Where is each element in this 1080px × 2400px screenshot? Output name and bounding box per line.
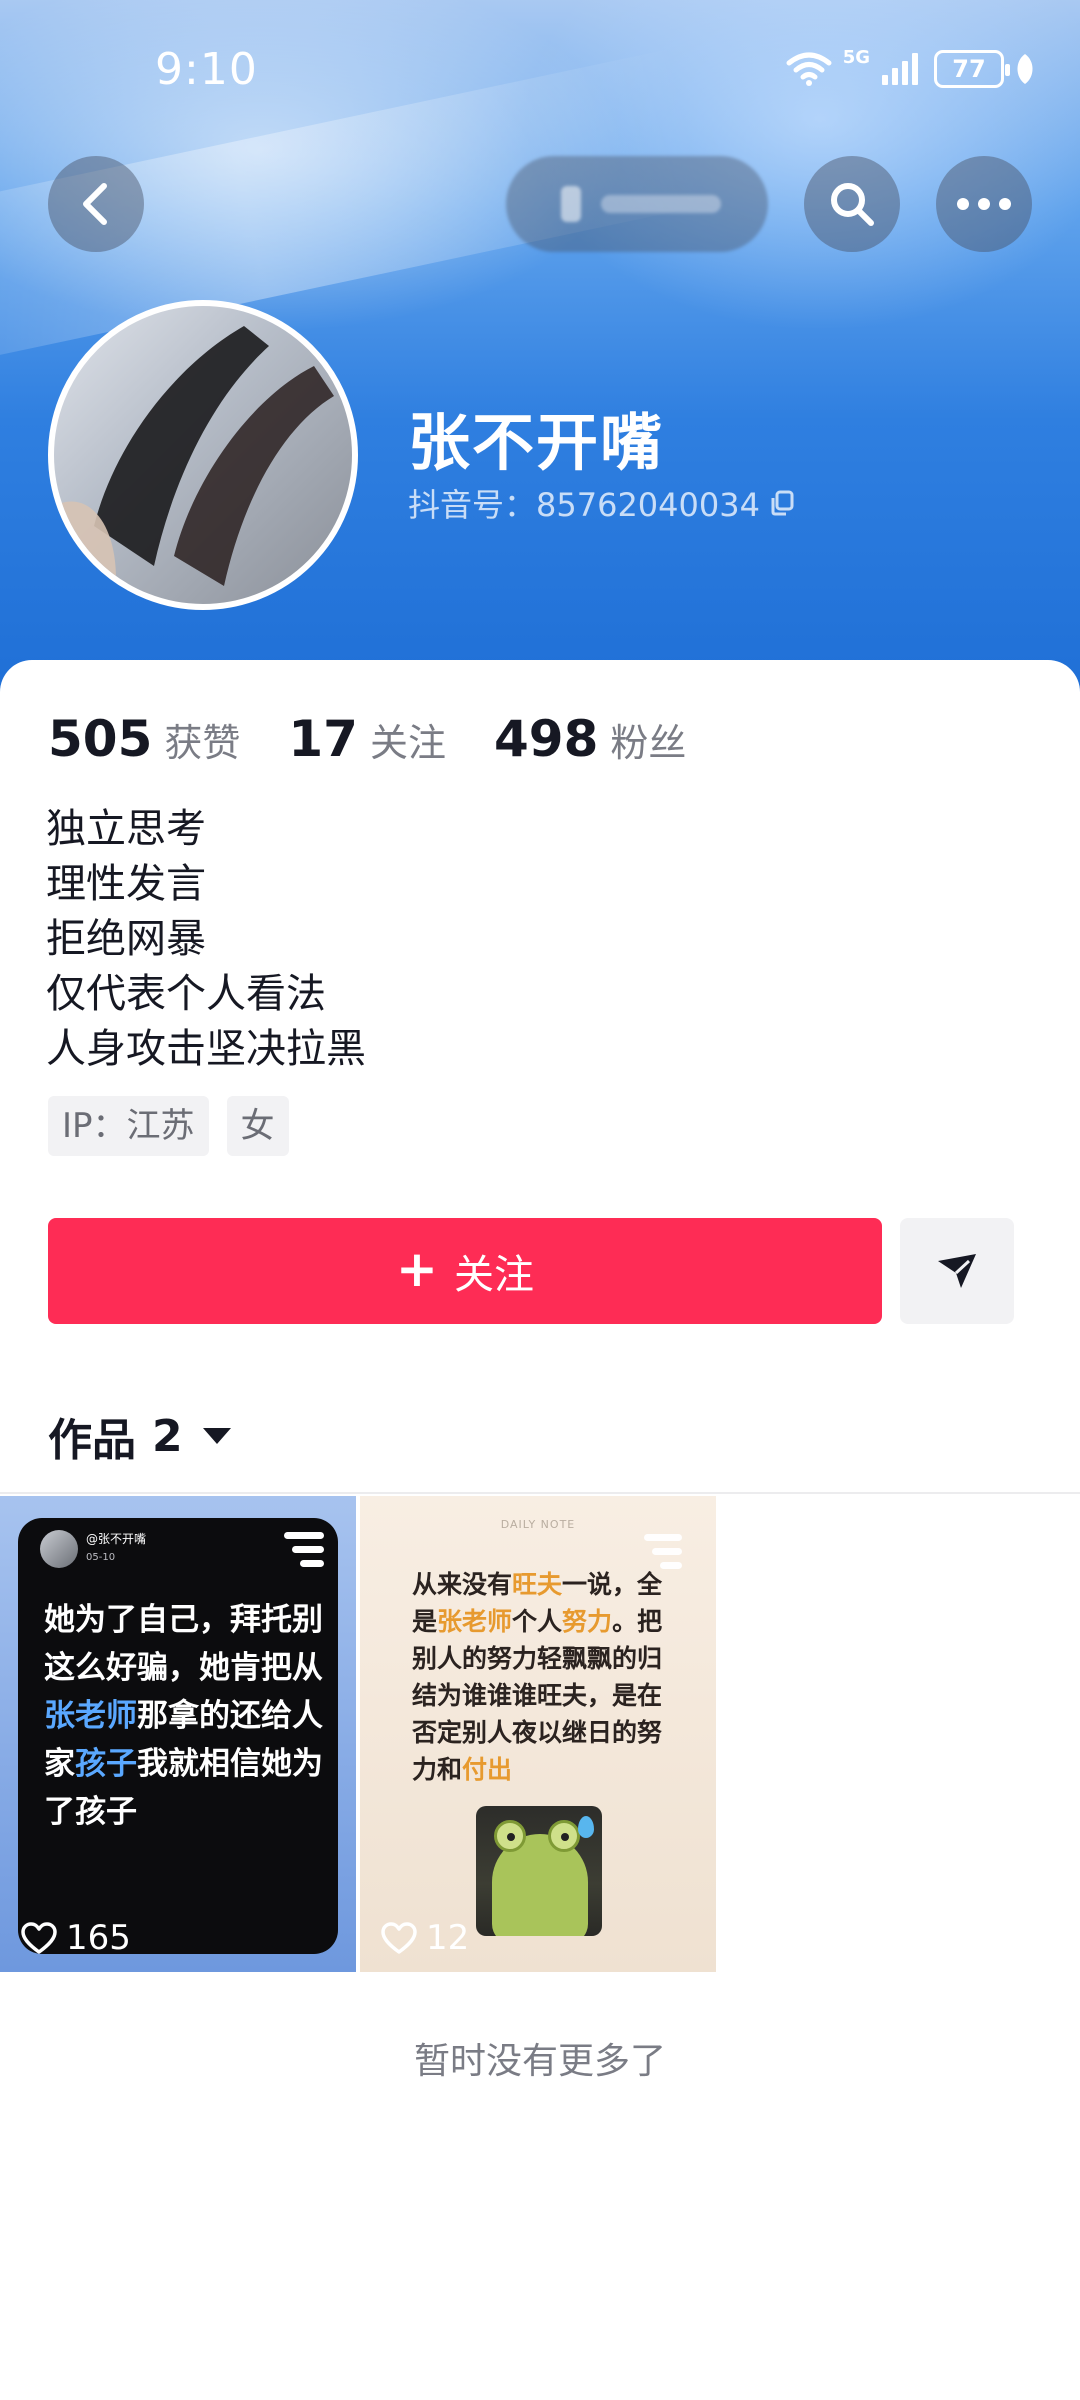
works-count: 2: [152, 1410, 183, 1462]
bio-line: 仅代表个人看法: [46, 971, 326, 1017]
back-button[interactable]: [48, 156, 144, 252]
bio-line: 理性发言: [46, 861, 206, 907]
bio-line: 独立思考: [46, 806, 206, 852]
douyin-id-text: 抖音号：85762040034: [408, 486, 760, 524]
douyin-id[interactable]: 抖音号：85762040034: [408, 480, 796, 526]
stat-value: 498: [494, 710, 599, 768]
send-message-button[interactable]: [900, 1218, 1014, 1324]
stat-label: 获赞: [164, 721, 241, 765]
ip-location-tag: IP：江苏: [48, 1096, 209, 1156]
leaf-icon: [1017, 54, 1033, 84]
likes-value: 12: [426, 1918, 470, 1958]
frog-eye: [494, 1820, 526, 1852]
thumbnail-avatar: [40, 1530, 78, 1568]
video-thumbnail[interactable]: DAILY NOTE 从来没有旺夫一说，全是张老师个人努力。把别人的努力轻飘飘的…: [360, 1496, 716, 1972]
frog-sticker-image: [476, 1806, 602, 1936]
thumbnail-text: 从来没有旺夫一说，全是张老师个人努力。把别人的努力轻飘飘的归结为谁谁谁旺夫，是在…: [412, 1566, 682, 1788]
status-time: 9:10: [155, 44, 258, 95]
send-icon: [938, 1254, 976, 1288]
profile-name: 张不开嘴: [408, 406, 665, 479]
thumbnail-text: 她为了自己，拜托别这么好骗，她肯把从张老师那拿的还给人家孩子我就相信她为了孩子: [44, 1596, 324, 1836]
follow-button[interactable]: + 关注: [48, 1218, 882, 1324]
stat-following[interactable]: 17 关注: [288, 710, 446, 768]
stat-likes[interactable]: 505 获赞: [48, 710, 240, 768]
copy-icon[interactable]: [768, 489, 796, 517]
battery-icon: 77: [934, 50, 1010, 88]
heart-icon: [381, 1922, 417, 1954]
status-icons: 5G 77: [785, 46, 1036, 88]
likes-count: 165: [20, 1918, 131, 1958]
avatar[interactable]: [48, 300, 358, 610]
thumbnail-date: 05-10: [86, 1552, 116, 1563]
wifi-icon: [786, 52, 832, 86]
more-button[interactable]: [936, 156, 1032, 252]
back-arrow-icon: [83, 183, 107, 225]
plus-icon: +: [396, 1240, 438, 1298]
likes-value: 165: [66, 1918, 131, 1958]
thumbnail-header: DAILY NOTE: [500, 1518, 576, 1531]
profile-tags: IP：江苏 女: [48, 1096, 289, 1156]
text-highlight: 付出: [462, 1755, 513, 1784]
follow-label: 关注: [453, 1252, 534, 1298]
works-tab[interactable]: 作品 2: [48, 1404, 231, 1468]
stat-followers[interactable]: 498 粉丝: [494, 710, 686, 768]
bio: 独立思考 理性发言 拒绝网暴 仅代表个人看法 人身攻击坚决拉黑: [46, 802, 366, 1077]
search-icon: [831, 183, 874, 226]
status-bar: 9:10 5G 77: [0, 0, 1080, 140]
menu-icon: [284, 1532, 324, 1574]
caret-down-icon: [202, 1428, 231, 1444]
more-dots-icon: [957, 198, 1011, 210]
works-title: 作品: [48, 1415, 136, 1466]
video-thumbnail[interactable]: @张不开嘴 05-10 她为了自己，拜托别这么好骗，她肯把从张老师那拿的还给人家…: [0, 1496, 356, 1972]
frog-eye: [548, 1820, 580, 1852]
text-highlight: 张老师: [437, 1607, 513, 1636]
text-highlight: 张老师: [44, 1698, 137, 1734]
search-button[interactable]: [804, 156, 900, 252]
text-part: 从来没有: [412, 1570, 513, 1599]
battery-level: 77: [952, 55, 986, 83]
stat-value: 17: [288, 710, 358, 768]
text-highlight: 旺夫: [512, 1570, 563, 1599]
works-grid: @张不开嘴 05-10 她为了自己，拜托别这么好骗，她肯把从张老师那拿的还给人家…: [0, 1496, 1080, 1976]
gender-tag: 女: [226, 1096, 289, 1156]
blurred-header-button[interactable]: [506, 156, 768, 252]
blurred-icon: [561, 186, 581, 222]
stat-value: 505: [48, 710, 153, 768]
divider: [0, 1492, 1080, 1494]
stats-row: 505 获赞 17 关注 498 粉丝: [48, 710, 686, 768]
text-highlight: 孩子: [75, 1746, 137, 1782]
stat-label: 粉丝: [610, 721, 687, 765]
text-highlight: 努力: [562, 1607, 613, 1636]
thumbnail-card: @张不开嘴 05-10 她为了自己，拜托别这么好骗，她肯把从张老师那拿的还给人家…: [18, 1518, 338, 1954]
thumbnail-username: @张不开嘴: [86, 1532, 147, 1546]
no-more-text: 暂时没有更多了: [413, 2041, 666, 2082]
profile-card: 505 获赞 17 关注 498 粉丝 独立思考 理性发言 拒绝网暴 仅代表个人…: [0, 660, 1080, 2400]
bio-line: 人身攻击坚决拉黑: [46, 1026, 366, 1072]
avatar-image: [54, 326, 334, 604]
heart-icon: [21, 1922, 57, 1954]
signal-icon: [882, 53, 918, 85]
text-part: 她为了自己，拜托别这么好骗，她肯把从: [44, 1602, 323, 1686]
stat-label: 关注: [369, 721, 446, 765]
network-type-label: 5G: [842, 46, 870, 68]
text-part: 个人: [512, 1607, 563, 1636]
likes-count: 12: [380, 1918, 469, 1958]
bio-line: 拒绝网暴: [46, 916, 206, 962]
sweat-drop-icon: [578, 1816, 594, 1838]
blurred-label: [601, 195, 721, 213]
